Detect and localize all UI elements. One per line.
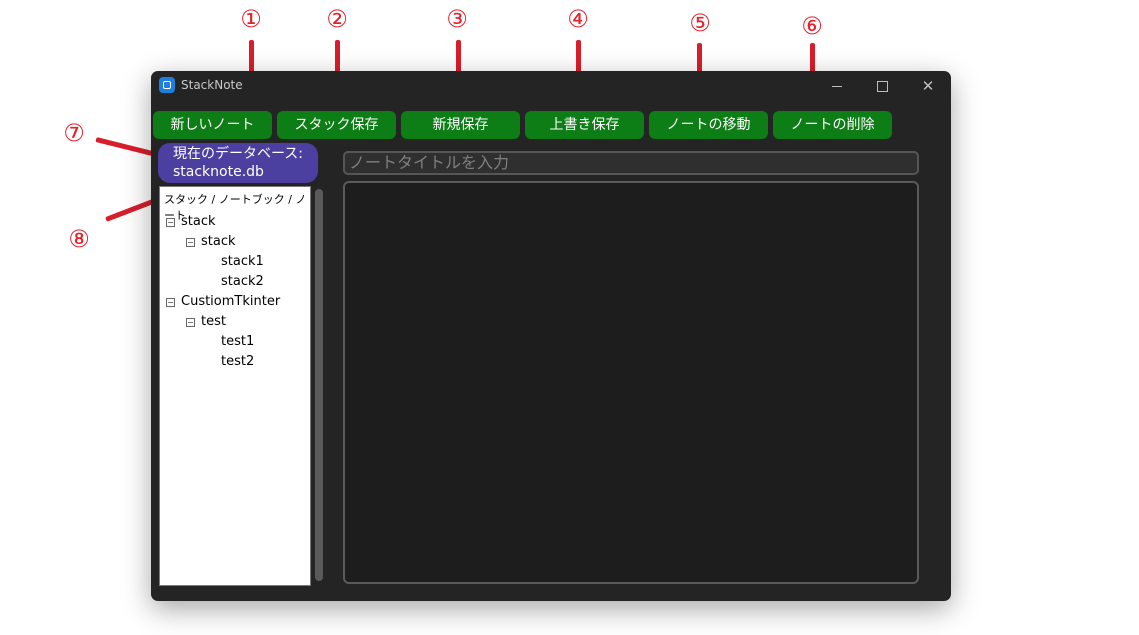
close-button[interactable]: ✕ bbox=[913, 75, 943, 97]
app-logo-icon bbox=[159, 77, 175, 93]
collapse-toggle-icon[interactable]: − bbox=[166, 218, 175, 227]
save-new-button[interactable]: 新規保存 bbox=[401, 111, 520, 139]
app-window: StackNote ✕ 新しいノート スタック保存 新規保存 上書き保存 ノート… bbox=[151, 71, 951, 601]
annotation-number-6: ⑥ bbox=[801, 12, 823, 40]
save-stack-button[interactable]: スタック保存 bbox=[277, 111, 396, 139]
annotation-number-1: ① bbox=[240, 5, 262, 33]
annotation-number-7: ⑦ bbox=[63, 119, 85, 147]
overwrite-save-button[interactable]: 上書き保存 bbox=[525, 111, 644, 139]
new-note-button[interactable]: 新しいノート bbox=[153, 111, 272, 139]
tree-node-label: stack bbox=[181, 214, 216, 229]
move-note-button[interactable]: ノートの移動 bbox=[649, 111, 768, 139]
tree-node-label: CustiomTkinter bbox=[181, 294, 281, 309]
delete-note-button[interactable]: ノートの削除 bbox=[773, 111, 892, 139]
minimize-icon bbox=[832, 86, 842, 87]
database-label: 現在のデータベース: bbox=[173, 146, 304, 162]
tree-node-note-test2[interactable]: test2 bbox=[221, 352, 254, 372]
database-name: stacknote.db bbox=[173, 164, 264, 180]
title-bar[interactable]: StackNote ✕ bbox=[151, 71, 951, 101]
note-title-input[interactable]: ノートタイトルを入力 bbox=[343, 151, 919, 175]
annotation-number-4: ④ bbox=[567, 5, 589, 33]
tree-node-note-test1[interactable]: test1 bbox=[221, 332, 254, 352]
note-tree[interactable]: スタック / ノートブック / ノート − stack − stack stac… bbox=[159, 186, 311, 586]
maximize-icon bbox=[877, 81, 888, 92]
minimize-button[interactable] bbox=[822, 75, 852, 97]
tree-scrollbar[interactable] bbox=[315, 189, 323, 581]
tree-node-note-stack2[interactable]: stack2 bbox=[221, 272, 264, 292]
tree-node-label: test bbox=[201, 314, 226, 329]
collapse-toggle-icon[interactable]: − bbox=[186, 318, 195, 327]
maximize-button[interactable] bbox=[867, 75, 897, 97]
window-title: StackNote bbox=[181, 78, 243, 92]
collapse-toggle-icon[interactable]: − bbox=[186, 238, 195, 247]
annotation-number-2: ② bbox=[326, 5, 348, 33]
annotation-number-5: ⑤ bbox=[689, 9, 711, 37]
annotation-number-8: ⑧ bbox=[68, 225, 90, 253]
tree-node-note-stack1[interactable]: stack1 bbox=[221, 252, 264, 272]
current-database-badge: 現在のデータベース: stacknote.db bbox=[158, 143, 318, 183]
tree-node-label: stack bbox=[201, 234, 236, 249]
collapse-toggle-icon[interactable]: − bbox=[166, 298, 175, 307]
note-body-textarea[interactable] bbox=[343, 181, 919, 584]
annotation-number-3: ③ bbox=[446, 5, 468, 33]
